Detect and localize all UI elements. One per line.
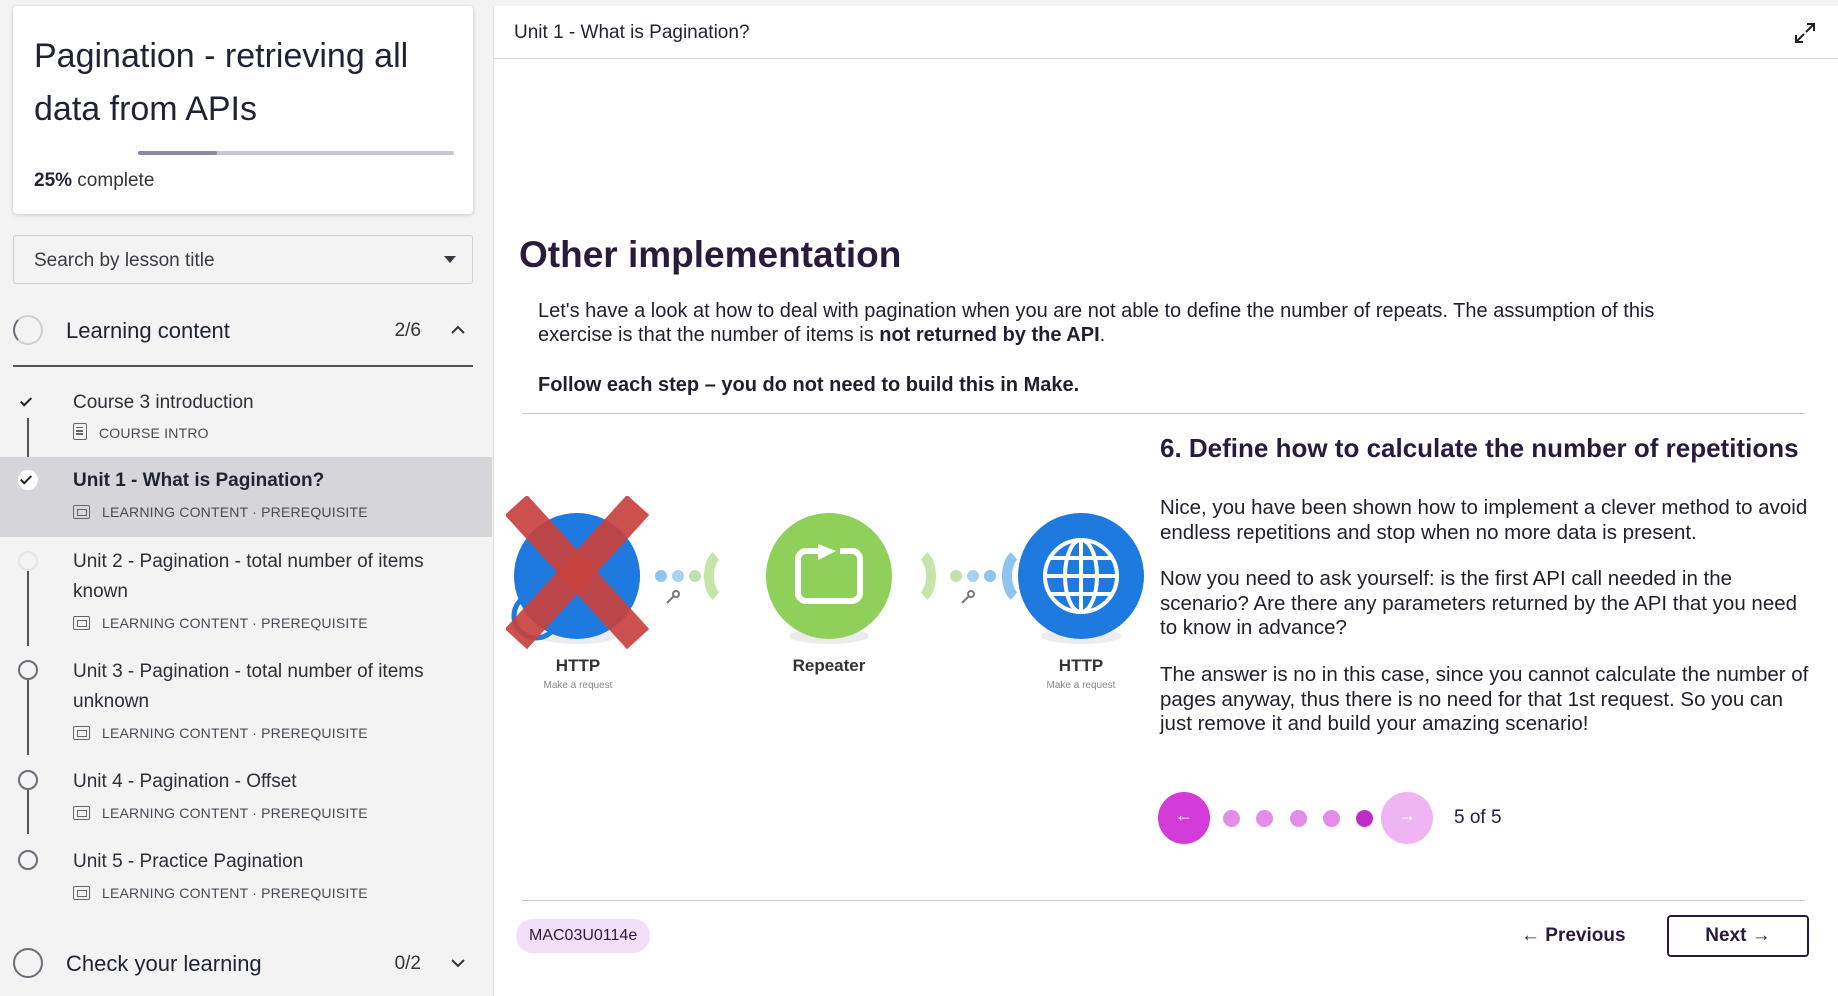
lesson-meta: COURSE INTRO [73, 423, 209, 441]
lesson-code-badge: MAC03U0114e [516, 919, 651, 953]
caret-down-icon [444, 256, 456, 263]
connector-1 [624, 552, 720, 604]
step-paragraph: Nice, you have been shown how to impleme… [1160, 496, 1808, 544]
slides-icon [73, 726, 90, 740]
lesson-item[interactable]: Unit 2 - Pagination - total number of it… [0, 537, 492, 647]
lesson-title: Unit 1 - What is Pagination? [73, 470, 325, 491]
http-module-crossed: HTTP Make a request [506, 496, 650, 691]
module-label: HTTP [556, 656, 600, 675]
lesson-item[interactable]: Unit 5 - Practice Pagination LEARNING CO… [0, 837, 492, 917]
module-label: Repeater [793, 656, 866, 675]
lesson-header: Unit 1 - What is Pagination? [494, 6, 1838, 59]
sidebar: Pagination - retrieving all data from AP… [0, 0, 492, 996]
footer-divider [522, 900, 1805, 901]
previous-button[interactable]: ← Previous [1521, 915, 1626, 957]
pager-prev-button[interactable] [1158, 792, 1210, 844]
empty-circle-icon [18, 660, 38, 680]
section-title: Learning content [66, 318, 230, 343]
pager-dot[interactable] [1323, 810, 1340, 827]
intro-paragraph: Let's have a look at how to deal with pa… [538, 300, 1655, 346]
next-button[interactable]: Next → [1667, 915, 1809, 957]
slides-icon [73, 616, 90, 630]
content-divider [522, 413, 1805, 414]
globe-icon [1043, 538, 1119, 614]
lesson-title: Unit 3 - Pagination - total number of it… [73, 661, 424, 712]
lesson-meta: LEARNING CONTENT · PREREQUISITE [73, 615, 368, 631]
step-title: 6. Define how to calculate the number of… [1160, 433, 1799, 463]
progress-bar-fill [138, 151, 217, 155]
section-title: Check your learning [66, 951, 262, 976]
module-sublabel: Make a request [544, 680, 613, 691]
slide-title: Other implementation [519, 234, 902, 275]
lesson-item[interactable]: Unit 3 - Pagination - total number of it… [0, 647, 492, 757]
lesson-meta: LEARNING CONTENT · PREREQUISITE [73, 504, 368, 520]
slide-pager: 5 of 5 [1158, 792, 1558, 844]
lesson-title: Course 3 introduction [73, 392, 254, 413]
arrow-right-icon: → [1746, 925, 1771, 946]
step-paragraph: The answer is no in this case, since you… [1160, 663, 1809, 735]
slides-icon [73, 505, 90, 519]
lesson-meta: LEARNING CONTENT · PREREQUISITE [73, 805, 368, 821]
document-icon [73, 423, 87, 440]
lesson-meta: LEARNING CONTENT · PREREQUISITE [73, 885, 368, 901]
check-icon [18, 392, 38, 412]
progress-suffix: complete [72, 170, 155, 191]
course-card: Pagination - retrieving all data from AP… [13, 6, 473, 214]
pager-dot-active[interactable] [1356, 810, 1373, 827]
module-label: HTTP [1059, 656, 1103, 675]
arrow-left-icon: ← [1521, 925, 1546, 946]
scenario-diagram: HTTP Make a request Repeater HTTP Make a… [506, 496, 1144, 691]
lesson-title: Unit 4 - Pagination - Offset [73, 771, 297, 792]
step-paragraph: Now you need to ask yourself: is the fir… [1160, 567, 1798, 639]
expand-icon[interactable] [1794, 22, 1816, 44]
lesson-search-placeholder: Search by lesson title [34, 250, 215, 271]
section-check-your-learning[interactable]: Check your learning 0/2 [13, 939, 473, 989]
empty-circle-icon [18, 770, 38, 790]
chevron-up-icon [451, 325, 465, 334]
lesson-search-select[interactable]: Search by lesson title [13, 235, 473, 284]
progress-percent: 25% [34, 170, 73, 191]
lesson-title: Unit 5 - Practice Pagination [73, 851, 304, 872]
section-count: 0/2 [394, 953, 421, 974]
pager-count: 5 of 5 [1454, 807, 1502, 828]
progress-label: 25% complete [34, 170, 154, 192]
empty-circle-icon [18, 551, 38, 571]
lesson-item[interactable]: Course 3 introduction COURSE INTRO [0, 385, 492, 457]
lesson-header-title: Unit 1 - What is Pagination? [514, 22, 750, 43]
lesson-meta: LEARNING CONTENT · PREREQUISITE [73, 725, 368, 741]
connector-2 [920, 552, 1018, 604]
lesson-item[interactable]: Unit 4 - Pagination - Offset LEARNING CO… [0, 757, 492, 837]
slides-icon [73, 806, 90, 820]
lesson-item-active[interactable]: Unit 1 - What is Pagination? LEARNING CO… [0, 457, 492, 537]
module-sublabel: Make a request [1047, 680, 1116, 691]
progress-bar [138, 151, 454, 155]
course-title: Pagination - retrieving all data from AP… [34, 37, 409, 128]
chevron-down-icon [451, 959, 465, 968]
section-learning-content[interactable]: Learning content 2/6 [13, 306, 473, 356]
section-progress-icon [13, 315, 43, 345]
follow-instruction: Follow each step – you do not need to bu… [538, 374, 1080, 396]
check-icon [18, 470, 38, 490]
pager-next-button[interactable] [1381, 792, 1433, 844]
pager-dot[interactable] [1290, 810, 1307, 827]
app: Pagination - retrieving all data from AP… [0, 0, 1838, 996]
lesson-title: Unit 2 - Pagination - total number of it… [73, 551, 424, 602]
pager-dot[interactable] [1223, 810, 1240, 827]
section-count: 2/6 [394, 320, 421, 341]
repeater-module: Repeater [766, 513, 892, 675]
http-module: HTTP Make a request [1018, 513, 1144, 691]
section-divider [13, 365, 473, 367]
slides-icon [73, 886, 90, 900]
pager-dot[interactable] [1256, 810, 1273, 827]
empty-circle-icon [18, 850, 38, 870]
lesson-panel: Unit 1 - What is Pagination? Other imple… [493, 6, 1838, 996]
section-progress-icon [13, 948, 43, 978]
